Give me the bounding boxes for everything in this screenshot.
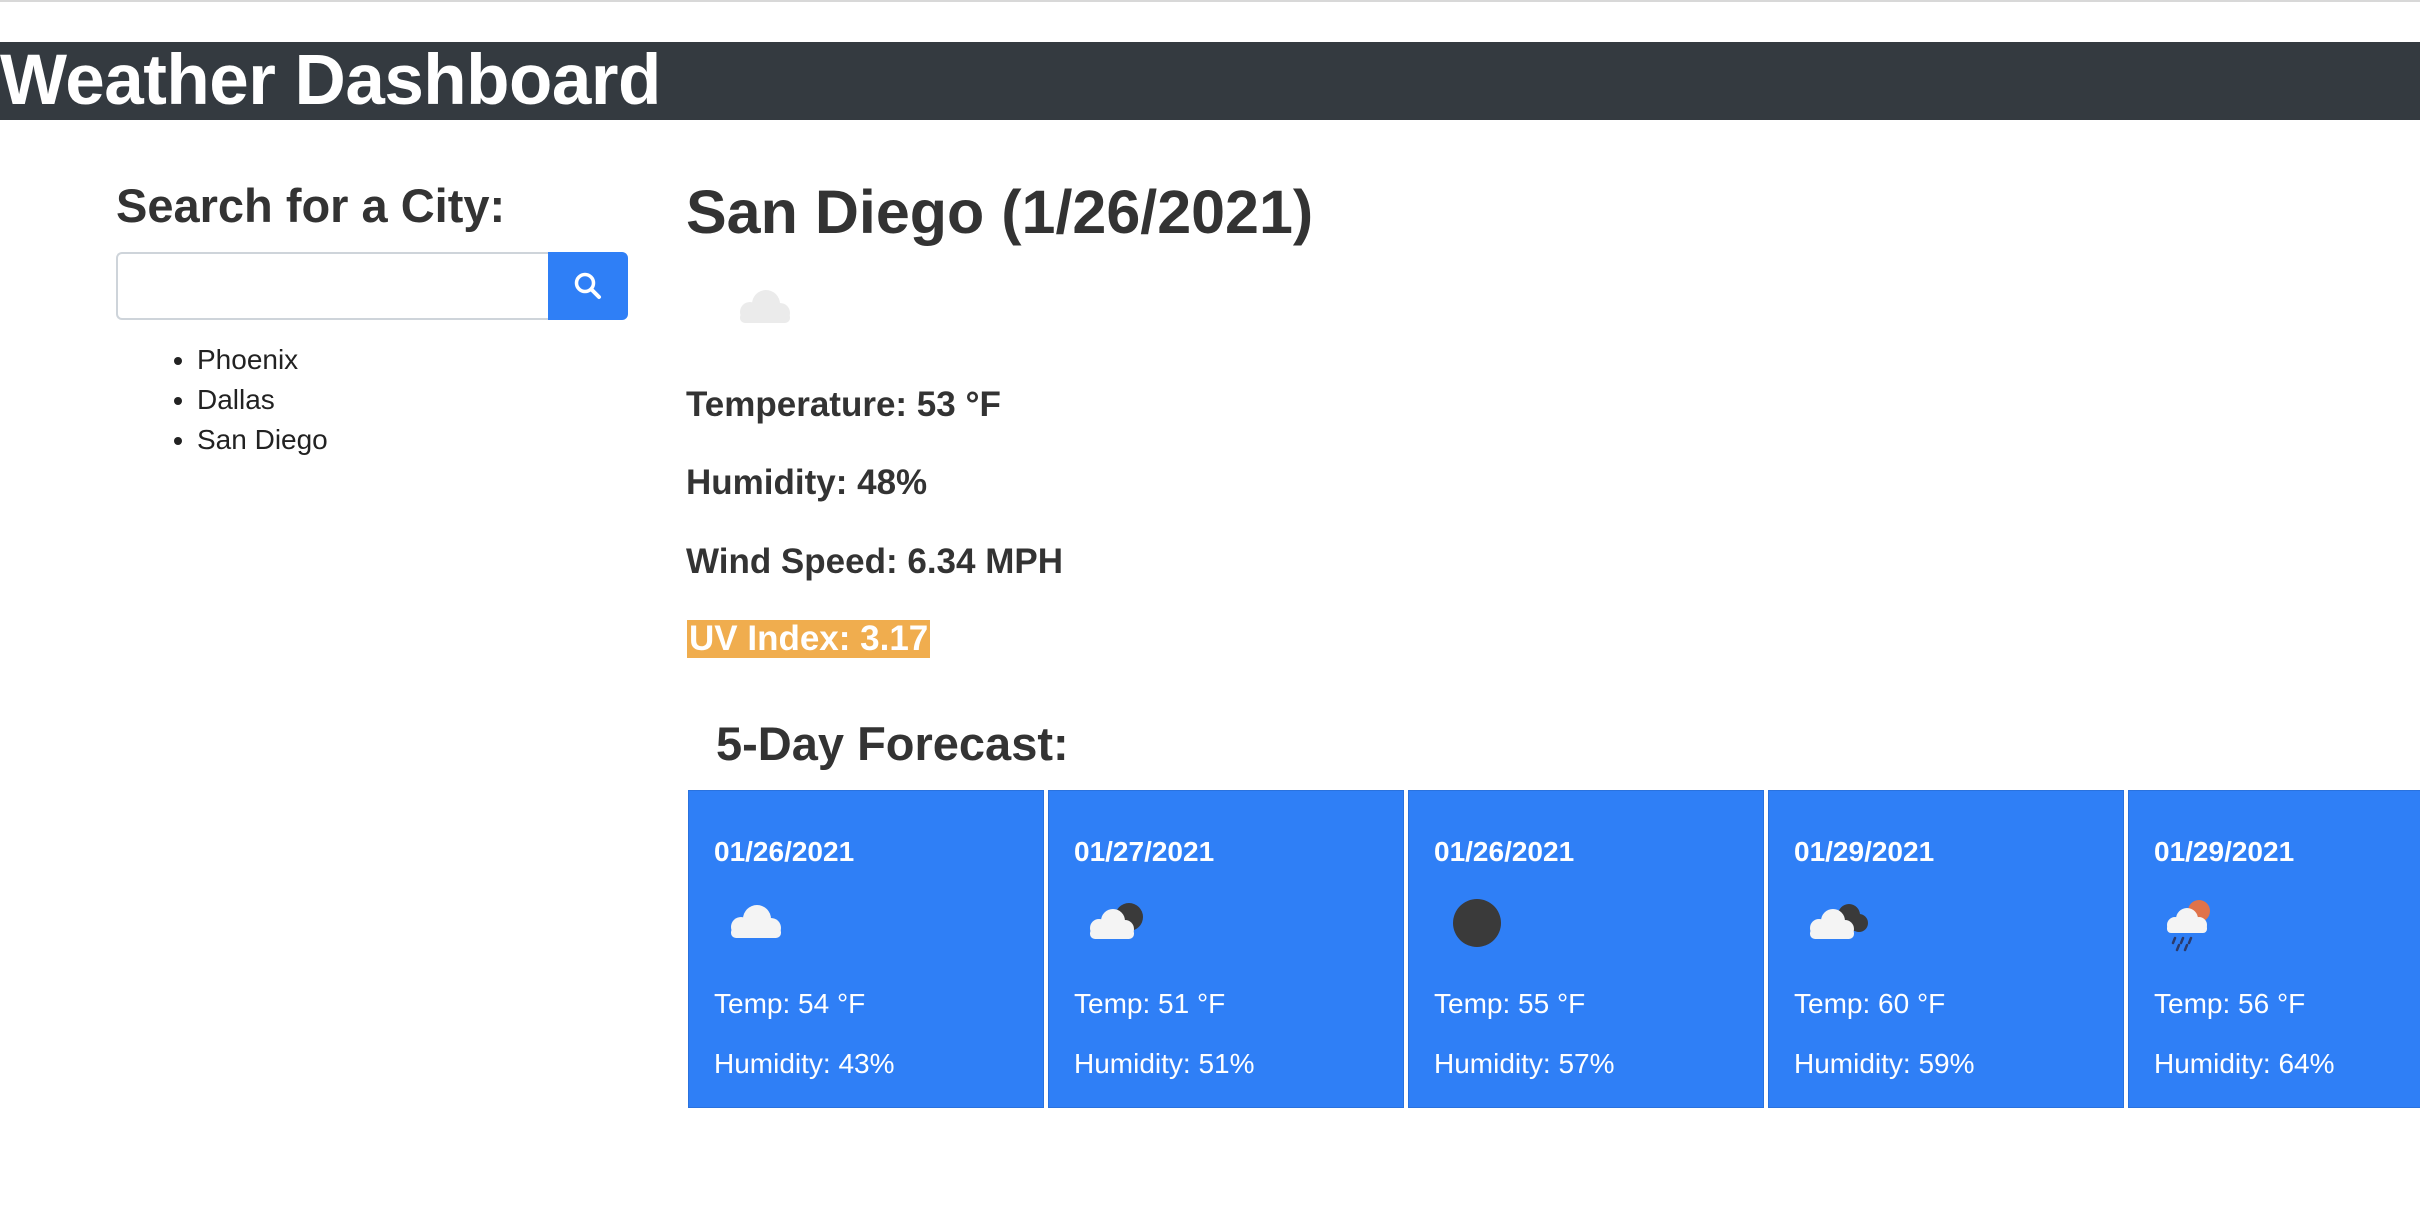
forecast-card: 01/27/2021 Temp: 51 °F Humidity: 51% xyxy=(1048,790,1404,1108)
forecast-title: 5-Day Forecast: xyxy=(716,717,1069,770)
cloud-icon xyxy=(731,905,781,938)
forecast-date: 01/29/2021 xyxy=(1794,836,1935,867)
city-search-input[interactable] xyxy=(116,252,548,320)
forecast-date: 01/26/2021 xyxy=(714,836,855,867)
forecast-temp: Temp: 60 °F xyxy=(1794,988,1946,1019)
search-icon xyxy=(574,272,601,299)
app-header: Weather Dashboard xyxy=(0,42,2420,120)
forecast-date: 01/26/2021 xyxy=(1434,836,1575,867)
app-title: Weather Dashboard xyxy=(0,41,661,120)
cloudy-night-icon xyxy=(1090,903,1143,939)
search-bar xyxy=(116,252,628,320)
top-border xyxy=(0,0,2420,2)
cloud-icon xyxy=(740,290,790,323)
search-title: Search for a City: xyxy=(116,179,506,232)
search-history-list: Phoenix Dallas San Diego xyxy=(156,340,328,460)
rain-sun-icon xyxy=(2167,900,2210,952)
forecast-humidity: Humidity: 64% xyxy=(2154,1048,2335,1079)
forecast-humidity: Humidity: 43% xyxy=(714,1048,895,1079)
search-button[interactable] xyxy=(548,252,628,320)
forecast-humidity: Humidity: 57% xyxy=(1434,1048,1615,1079)
forecast-card: 01/26/2021 Temp: 55 °F Humidity: 57% xyxy=(1408,790,1764,1108)
current-humidity: Humidity: 48% xyxy=(686,463,928,502)
history-item-san-diego[interactable]: San Diego xyxy=(197,420,328,460)
history-item-dallas[interactable]: Dallas xyxy=(197,380,328,420)
uv-index-badge: UV Index: 3.17 xyxy=(687,619,931,658)
forecast-temp: Temp: 56 °F xyxy=(2154,988,2306,1019)
forecast-cards: 01/26/2021 Temp: 54 °F Humidity: 43% 01/… xyxy=(688,790,2420,1110)
forecast-card: 01/26/2021 Temp: 54 °F Humidity: 43% xyxy=(688,790,1044,1108)
forecast-card: 01/29/2021 Temp: 60 °F Humidity: 59% xyxy=(1768,790,2124,1108)
forecast-temp: Temp: 55 °F xyxy=(1434,988,1586,1019)
broken-clouds-icon xyxy=(1810,904,1868,939)
forecast-date: 01/27/2021 xyxy=(1074,836,1215,867)
moon-icon xyxy=(1453,899,1501,947)
forecast-temp: Temp: 54 °F xyxy=(714,988,866,1019)
forecast-date: 01/29/2021 xyxy=(2154,836,2295,867)
forecast-humidity: Humidity: 59% xyxy=(1794,1048,1975,1079)
history-item-phoenix[interactable]: Phoenix xyxy=(197,340,328,380)
current-wind-speed: Wind Speed: 6.34 MPH xyxy=(686,542,1063,581)
forecast-humidity: Humidity: 51% xyxy=(1074,1048,1255,1079)
current-city-title: San Diego (1/26/2021) xyxy=(686,178,1314,246)
current-temperature: Temperature: 53 °F xyxy=(686,385,1001,424)
forecast-card: 01/29/2021 Temp: 56 °F Humidity: 64% xyxy=(2128,790,2420,1108)
forecast-temp: Temp: 51 °F xyxy=(1074,988,1226,1019)
